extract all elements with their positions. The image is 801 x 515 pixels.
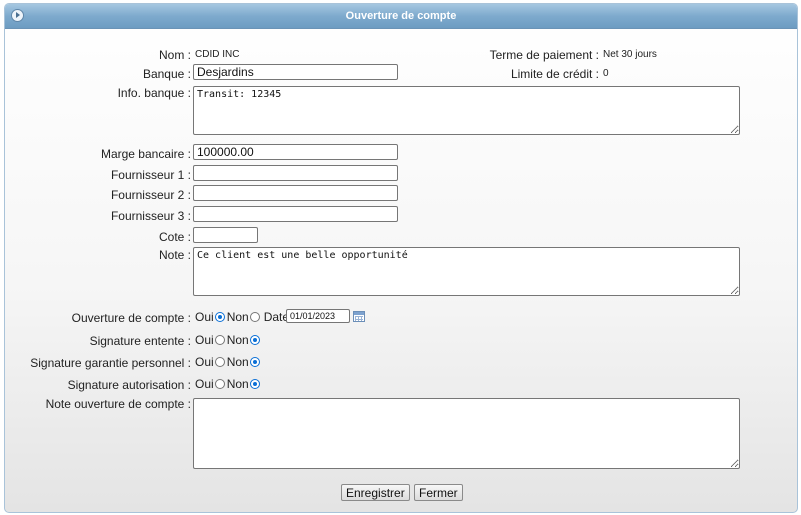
info-banque-textarea[interactable]: Transit: 12345 (193, 86, 740, 135)
oui-label: Oui (195, 377, 214, 391)
limite-credit-value: 0 (603, 68, 609, 79)
entente-oui-radio[interactable] (214, 335, 225, 345)
banque-input[interactable] (193, 64, 398, 80)
note-label: Note : (158, 248, 191, 262)
garantie-non-radio[interactable] (249, 357, 260, 367)
cote-label: Cote : (158, 230, 191, 244)
note-textarea[interactable]: Ce client est une belle opportunité (193, 247, 740, 296)
nom-value: CDID INC (195, 49, 240, 60)
note-ouverture-textarea[interactable] (193, 398, 740, 469)
signature-entente-label: Signature entente : (89, 334, 191, 348)
non-label: Non (226, 377, 249, 391)
limite-credit-label: Limite de crédit : (510, 67, 599, 81)
panel-title: Ouverture de compte (345, 10, 457, 22)
ouverture-compte-radio-group: Oui Non Date : (195, 310, 296, 324)
oui-label: Oui (195, 310, 214, 324)
ouverture-non-radio[interactable] (249, 312, 260, 322)
marge-bancaire-label: Marge bancaire : (100, 147, 191, 161)
non-label: Non (226, 310, 249, 324)
oui-label: Oui (195, 333, 214, 347)
account-opening-panel: Ouverture de compte Nom : CDID INC Terme… (4, 3, 798, 513)
entente-non-radio[interactable] (249, 335, 260, 345)
non-label: Non (226, 355, 249, 369)
fournisseur-1-label: Fournisseur 1 : (110, 168, 191, 182)
cote-input[interactable] (193, 227, 258, 243)
date-input[interactable] (286, 309, 350, 323)
autorisation-non-radio[interactable] (249, 379, 260, 389)
marge-bancaire-input[interactable] (193, 144, 398, 160)
fournisseur-1-input[interactable] (193, 165, 398, 181)
calendar-icon[interactable] (353, 311, 365, 322)
oui-label: Oui (195, 355, 214, 369)
info-banque-label: Info. banque : (117, 86, 191, 100)
note-ouverture-label: Note ouverture de compte : (45, 397, 191, 411)
non-label: Non (226, 333, 249, 347)
nom-label: Nom : (158, 48, 191, 62)
signature-garantie-radio-group: Oui Non (195, 355, 262, 369)
signature-entente-radio-group: Oui Non (195, 333, 262, 347)
garantie-oui-radio[interactable] (214, 357, 225, 367)
fournisseur-2-label: Fournisseur 2 : (110, 188, 191, 202)
fournisseur-2-input[interactable] (193, 185, 398, 201)
terme-paiement-value: Net 30 jours (603, 49, 657, 60)
signature-garantie-label: Signature garantie personnel : (30, 356, 191, 370)
save-button[interactable]: Enregistrer (341, 484, 410, 501)
close-button[interactable]: Fermer (414, 484, 463, 501)
ouverture-compte-label: Ouverture de compte : (71, 311, 191, 325)
ouverture-oui-radio[interactable] (214, 312, 225, 322)
terme-paiement-label: Terme de paiement : (489, 48, 599, 62)
fournisseur-3-label: Fournisseur 3 : (110, 209, 191, 223)
panel-titlebar: Ouverture de compte (5, 4, 797, 29)
signature-autorisation-label: Signature autorisation : (67, 378, 191, 392)
banque-label: Banque : (142, 67, 191, 81)
fournisseur-3-input[interactable] (193, 206, 398, 222)
signature-autorisation-radio-group: Oui Non (195, 377, 262, 391)
autorisation-oui-radio[interactable] (214, 379, 225, 389)
